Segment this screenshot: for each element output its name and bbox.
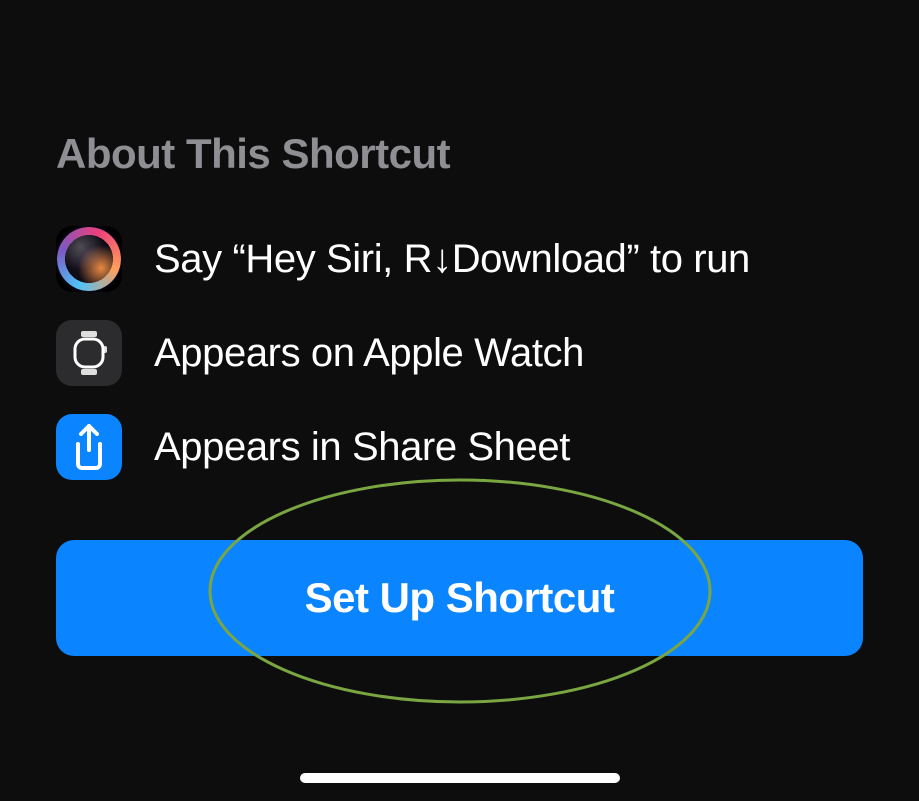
apple-watch-icon: [56, 320, 122, 386]
siri-text: Say “Hey Siri, R↓Download” to run: [154, 237, 750, 282]
home-indicator[interactable]: [300, 773, 620, 783]
setup-shortcut-button[interactable]: Set Up Shortcut: [56, 540, 863, 656]
siri-row: Say “Hey Siri, R↓Download” to run: [56, 226, 863, 292]
siri-icon: [56, 226, 122, 292]
share-sheet-row: Appears in Share Sheet: [56, 414, 863, 480]
share-sheet-text: Appears in Share Sheet: [154, 425, 570, 470]
share-icon: [56, 414, 122, 480]
apple-watch-text: Appears on Apple Watch: [154, 331, 584, 376]
apple-watch-row: Appears on Apple Watch: [56, 320, 863, 386]
about-shortcut-section: About This Shortcut Say “Hey Siri, R↓Dow…: [0, 0, 919, 656]
section-title: About This Shortcut: [56, 130, 863, 178]
